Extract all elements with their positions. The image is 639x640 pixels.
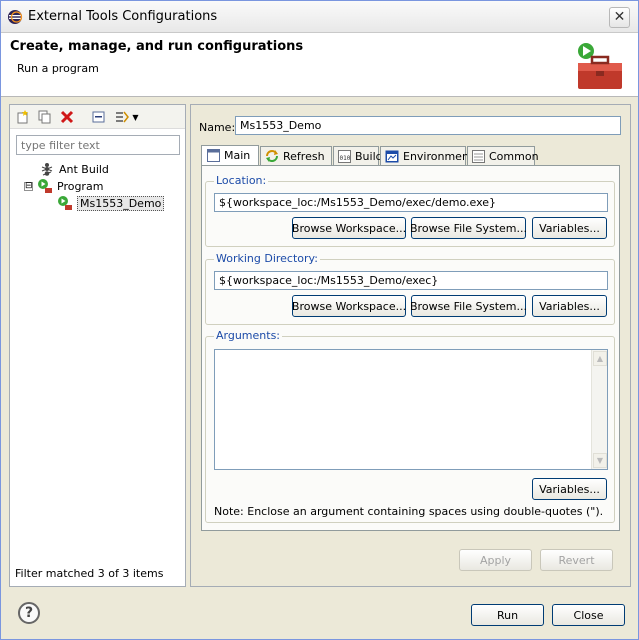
arguments-textarea[interactable]: ▲ ▼ xyxy=(214,349,608,470)
arguments-scrollbar[interactable]: ▲ ▼ xyxy=(591,350,607,469)
program-config-icon xyxy=(57,195,73,211)
new-configuration-icon[interactable] xyxy=(14,108,32,126)
run-button[interactable]: Run xyxy=(471,604,544,626)
scroll-up-arrow-icon[interactable]: ▲ xyxy=(593,351,607,366)
working-directory-group: Working Directory: ${workspace_loc:/Ms15… xyxy=(205,252,615,325)
revert-button[interactable]: Revert xyxy=(540,549,613,571)
collapse-expander[interactable]: ⊟ xyxy=(24,181,33,191)
working-dir-browse-workspace-button[interactable]: Browse Workspace... xyxy=(292,295,406,317)
tab-main[interactable]: Main xyxy=(201,145,259,165)
tab-label: Refresh xyxy=(283,149,325,163)
name-label: Name: xyxy=(199,121,236,134)
tab-environment[interactable]: Environment xyxy=(380,146,473,165)
main-tab-icon xyxy=(206,149,220,163)
tab-label: Environment xyxy=(403,149,474,163)
ant-icon xyxy=(39,161,55,177)
title-bar: External Tools Configurations ✕ xyxy=(1,1,638,33)
close-button[interactable]: Close xyxy=(552,604,625,626)
tab-label: Common xyxy=(489,149,539,163)
duplicate-icon[interactable] xyxy=(36,108,54,126)
window-close-button[interactable]: ✕ xyxy=(609,7,630,28)
banner-subtitle: Run a program xyxy=(17,62,99,75)
location-browse-workspace-button[interactable]: Browse Workspace... xyxy=(292,217,406,239)
filter-menu-icon[interactable]: ▼ xyxy=(112,108,142,126)
working-dir-variables-button[interactable]: Variables... xyxy=(532,295,607,317)
banner-title: Create, manage, and run configurations xyxy=(10,39,304,54)
eclipse-icon xyxy=(8,10,23,24)
main-tab-content: Location: ${workspace_loc:/Ms1553_Demo/e… xyxy=(201,165,620,531)
environment-icon xyxy=(385,149,399,163)
external-tools-toolbox-icon xyxy=(578,43,622,89)
location-input[interactable]: ${workspace_loc:/Ms1553_Demo/exec/demo.e… xyxy=(214,193,608,212)
tab-refresh[interactable]: Refresh xyxy=(260,146,332,165)
working-directory-input[interactable]: ${workspace_loc:/Ms1553_Demo/exec} xyxy=(214,271,608,290)
location-label: Location: xyxy=(214,174,269,187)
build-binary-icon: 010 xyxy=(338,149,351,163)
location-group: Location: ${workspace_loc:/Ms1553_Demo/e… xyxy=(205,174,615,247)
configuration-editor: Name: Ms1553_Demo Main Refresh 010 Build… xyxy=(190,104,631,587)
refresh-icon xyxy=(265,149,279,163)
scroll-down-arrow-icon[interactable]: ▼ xyxy=(593,453,607,468)
tree-item-label: Ant Build xyxy=(59,162,109,176)
arguments-note: Note: Enclose an argument containing spa… xyxy=(214,505,604,518)
tree-item-ms1553-demo[interactable]: Ms1553_Demo xyxy=(57,195,165,211)
help-icon[interactable]: ? xyxy=(18,602,40,624)
collapse-all-icon[interactable] xyxy=(90,108,108,126)
filter-status: Filter matched 3 of 3 items xyxy=(15,567,164,580)
program-icon xyxy=(37,178,53,194)
delete-icon[interactable] xyxy=(58,108,76,126)
arguments-label: Arguments: xyxy=(214,329,283,342)
location-variables-button[interactable]: Variables... xyxy=(532,217,607,239)
svg-text:010: 010 xyxy=(340,155,351,162)
configurations-panel: ▼ Ant Build ⊟ Program Ms xyxy=(9,104,186,587)
tree-item-label: Ms1553_Demo xyxy=(77,195,165,211)
working-directory-label: Working Directory: xyxy=(214,252,320,265)
common-icon xyxy=(472,149,485,163)
tab-common[interactable]: Common xyxy=(467,146,539,165)
external-tools-dialog: External Tools Configurations ✕ Create, … xyxy=(0,0,639,640)
name-input[interactable]: Ms1553_Demo xyxy=(235,116,621,135)
location-browse-file-system-button[interactable]: Browse File System... xyxy=(410,217,527,239)
tree-item-ant-build[interactable]: Ant Build xyxy=(39,161,109,177)
tab-label: Build xyxy=(355,149,383,163)
configurations-toolbar: ▼ xyxy=(10,105,185,129)
tree-item-program[interactable]: ⊟ Program xyxy=(24,178,103,194)
dialog-banner: Create, manage, and run configurations R… xyxy=(1,33,638,97)
window-title: External Tools Configurations xyxy=(28,9,218,24)
arguments-variables-button[interactable]: Variables... xyxy=(532,478,607,500)
tab-build[interactable]: 010 Build xyxy=(333,146,383,165)
arguments-group: Arguments: ▲ ▼ Variables... Note: Enclos… xyxy=(205,329,615,523)
filter-input[interactable] xyxy=(16,135,180,155)
apply-button[interactable]: Apply xyxy=(459,549,532,571)
tree-item-label: Program xyxy=(57,179,104,193)
working-dir-browse-file-system-button[interactable]: Browse File System... xyxy=(410,295,527,317)
tab-label: Main xyxy=(224,149,251,162)
